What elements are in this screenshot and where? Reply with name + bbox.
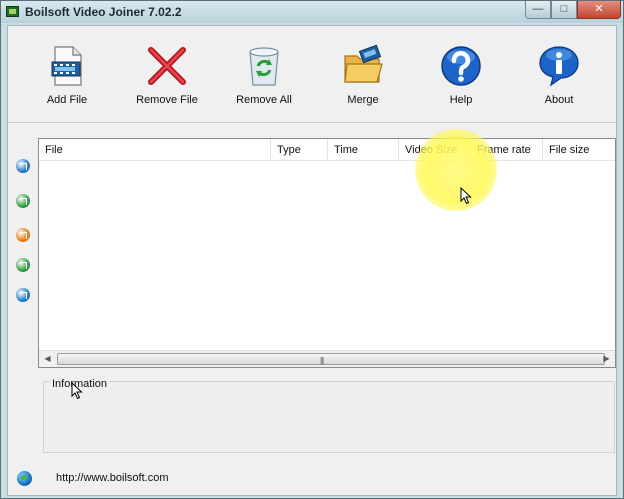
scroll-right-arrow[interactable]: ▶ bbox=[602, 354, 611, 364]
column-time[interactable]: Time bbox=[328, 139, 399, 161]
move-up-icon[interactable] bbox=[16, 194, 30, 208]
mouse-pointer-icon bbox=[71, 382, 83, 400]
close-button[interactable]: ✕ bbox=[577, 1, 621, 19]
remove-file-label: Remove File bbox=[136, 94, 198, 106]
red-x-icon bbox=[148, 47, 186, 85]
file-list-body[interactable] bbox=[39, 161, 615, 351]
help-label: Help bbox=[449, 94, 473, 106]
merge-button[interactable]: Merge bbox=[318, 44, 408, 106]
mouse-pointer-icon bbox=[460, 187, 472, 205]
title-bar[interactable]: Boilsoft Video Joiner 7.02.2 — □ ✕ bbox=[1, 1, 623, 23]
website-link[interactable]: http://www.boilsoft.com bbox=[56, 472, 169, 484]
app-icon bbox=[6, 6, 19, 17]
cursor-highlight bbox=[415, 129, 497, 211]
question-icon bbox=[441, 46, 481, 86]
scrollbar-thumb[interactable]: ||| bbox=[57, 353, 605, 365]
scrollbar-grip: ||| bbox=[320, 356, 324, 365]
column-type[interactable]: Type bbox=[271, 139, 328, 161]
column-file[interactable]: File bbox=[39, 139, 271, 161]
file-list[interactable]: File Type Time Video Size Frame rate Fil… bbox=[38, 138, 616, 368]
info-icon bbox=[539, 46, 579, 87]
merge-label: Merge bbox=[347, 94, 379, 106]
add-file-button[interactable]: Add File bbox=[22, 44, 112, 106]
toolbar-divider bbox=[8, 122, 616, 123]
film-file-icon bbox=[51, 46, 82, 86]
play-icon[interactable] bbox=[16, 228, 30, 242]
globe-icon[interactable] bbox=[17, 471, 32, 486]
about-button[interactable]: About bbox=[514, 44, 604, 106]
file-list-header: File Type Time Video Size Frame rate Fil… bbox=[39, 139, 615, 161]
minimize-button[interactable]: — bbox=[525, 1, 551, 19]
add-file-label: Add File bbox=[46, 94, 88, 106]
column-file-size[interactable]: File size bbox=[543, 139, 615, 161]
recycle-bin-icon bbox=[249, 47, 279, 86]
remove-file-button[interactable]: Remove File bbox=[122, 44, 212, 106]
help-button[interactable]: Help bbox=[416, 44, 506, 106]
window-title: Boilsoft Video Joiner 7.02.2 bbox=[25, 5, 182, 19]
horizontal-scrollbar[interactable]: ◀ ||| ▶ bbox=[39, 350, 615, 367]
folder-film-icon bbox=[344, 44, 383, 83]
move-bottom-icon[interactable] bbox=[16, 288, 30, 302]
move-top-icon[interactable] bbox=[16, 159, 30, 173]
about-label: About bbox=[544, 94, 574, 106]
remove-all-button[interactable]: Remove All bbox=[219, 44, 309, 106]
scroll-left-arrow[interactable]: ◀ bbox=[43, 354, 52, 364]
remove-all-label: Remove All bbox=[236, 94, 292, 106]
app-window: Boilsoft Video Joiner 7.02.2 — □ ✕ Add F… bbox=[0, 0, 624, 499]
maximize-button[interactable]: □ bbox=[551, 1, 577, 19]
toolbar: Add File Remove File Remove All Merge He… bbox=[8, 26, 616, 118]
move-down-icon[interactable] bbox=[16, 258, 30, 272]
main-panel: Add File Remove File Remove All Merge He… bbox=[7, 25, 617, 496]
information-panel: Information bbox=[43, 378, 615, 453]
